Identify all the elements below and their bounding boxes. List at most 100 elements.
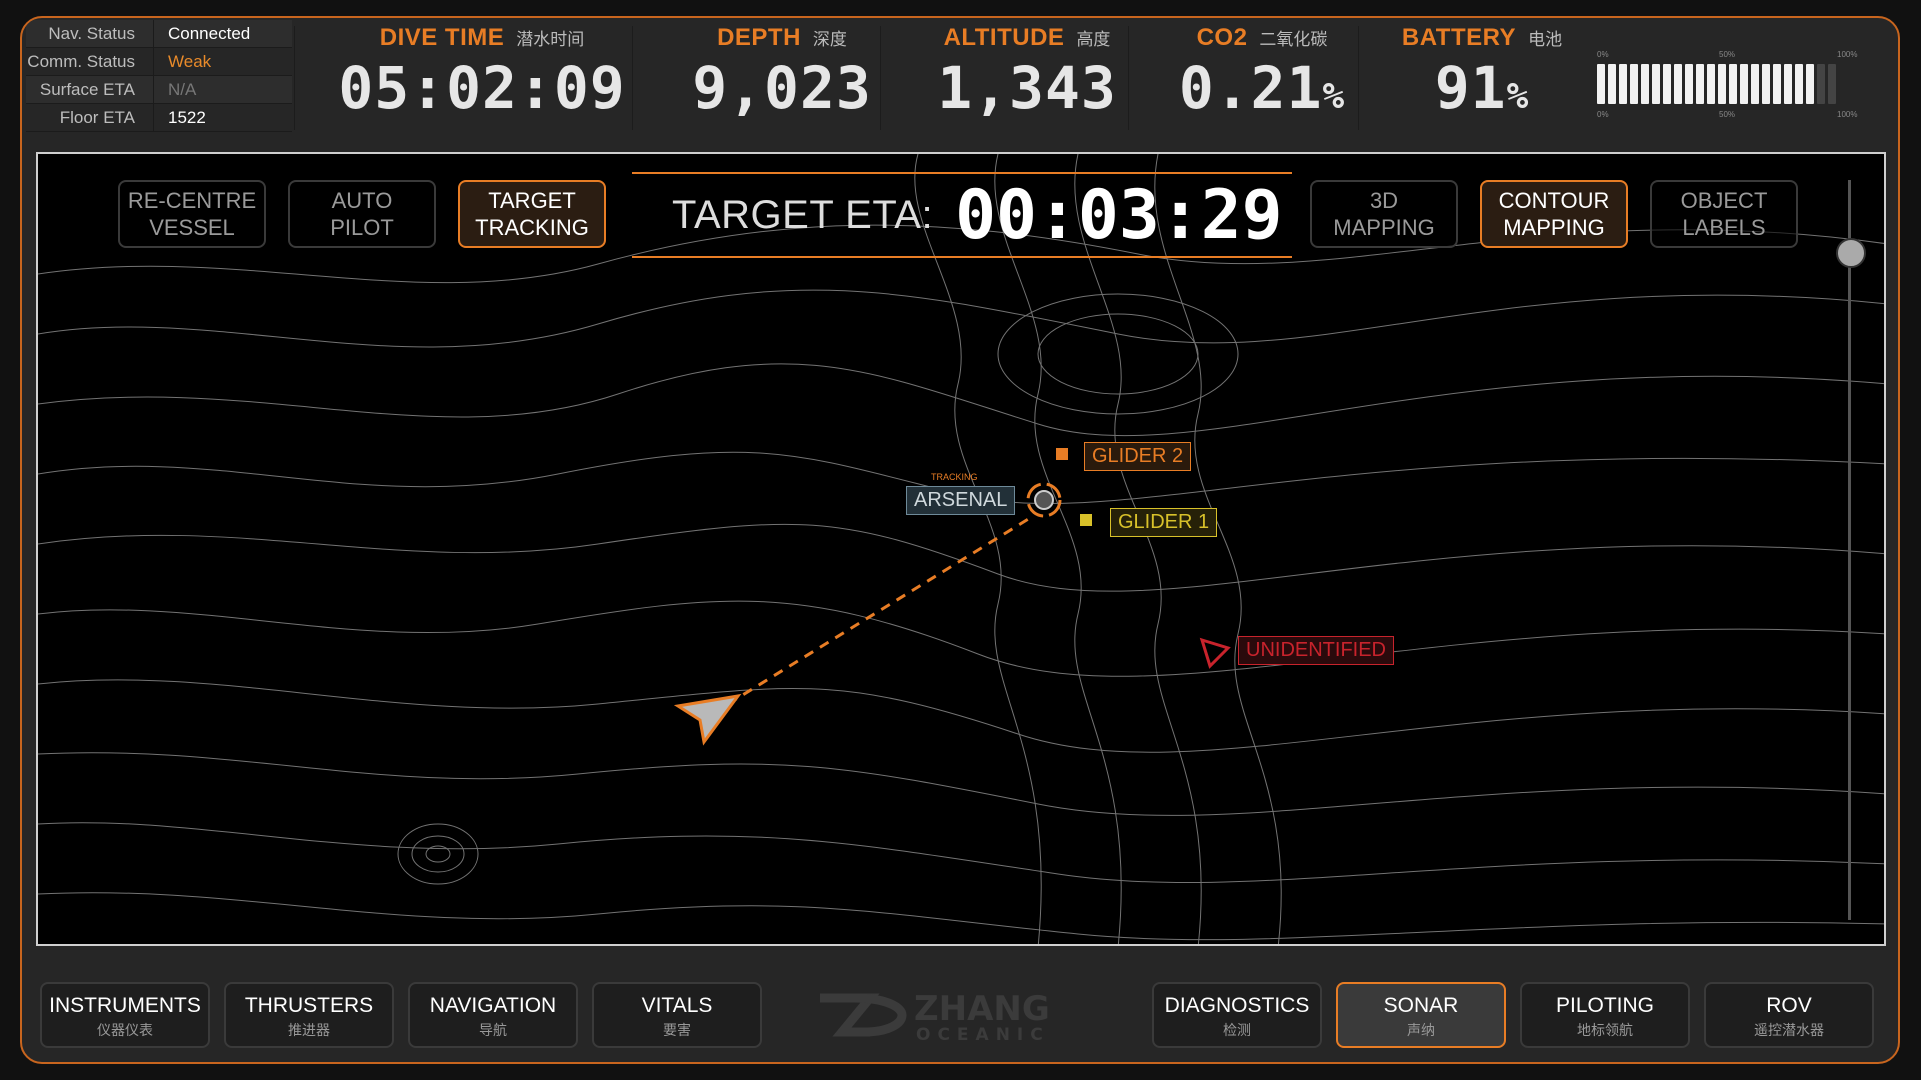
co2-metric: CO2 二氧化碳 0.21% (1152, 24, 1372, 122)
nav-label: PILOTING (1555, 994, 1655, 1017)
nav-sublabel: 导航 (479, 1022, 507, 1038)
battery-bar-segment (1795, 64, 1803, 104)
logo-sub: OCEANIC (916, 1025, 1050, 1045)
battery-scale-mid: 50% (1719, 50, 1736, 59)
co2-value: 0.21 (1178, 54, 1323, 122)
divider (1358, 26, 1359, 130)
status-label: Floor ETA (26, 104, 154, 131)
glider-1-marker[interactable] (1076, 510, 1096, 530)
nav-label: ROV (1766, 994, 1812, 1017)
comm-status-value: Weak (168, 51, 212, 71)
sonar-map[interactable]: RE-CENTRE VESSEL AUTO PILOT TARGET TRACK… (36, 152, 1886, 946)
nav-sublabel: 地标领航 (1577, 1022, 1633, 1038)
nav-sublabel: 声纳 (1407, 1022, 1435, 1038)
battery-bar-segment (1641, 64, 1649, 104)
battery-scale-min: 0% (1597, 50, 1609, 59)
battery-scale-min: 0% (1597, 110, 1609, 119)
battery-label: BATTERY (1401, 24, 1517, 51)
status-row-surface: Surface ETA N/A (26, 76, 292, 104)
nav-vitals[interactable]: VITALS 要害 (592, 982, 762, 1048)
nav-thrusters[interactable]: THRUSTERS 推进器 (224, 982, 394, 1048)
surface-eta-value: N/A (168, 79, 197, 99)
divider (632, 26, 633, 130)
battery-gauge: 0% 50% 100% 0% 50% 100% (1597, 36, 1865, 126)
nav-navigation[interactable]: NAVIGATION 导航 (408, 982, 578, 1048)
nav-sublabel: 推进器 (288, 1022, 330, 1038)
battery-bar-segment (1630, 64, 1638, 104)
nav-sublabel: 遥控潜水器 (1754, 1022, 1824, 1038)
nav-sonar[interactable]: SONAR 声纳 (1336, 982, 1506, 1048)
glider-1-label[interactable]: GLIDER 1 (1110, 508, 1218, 537)
battery-scale-max: 100% (1837, 110, 1858, 119)
nav-instruments[interactable]: INSTRUMENTS 仪器仪表 (40, 982, 210, 1048)
depth-cn: 深度 (812, 30, 847, 49)
battery-bar-segment (1773, 64, 1781, 104)
battery-bar-segment (1597, 64, 1605, 104)
depth-metric: DEPTH 深度 9,023 (662, 24, 902, 122)
nav-rov[interactable]: ROV 遥控潜水器 (1704, 982, 1874, 1048)
nav-piloting[interactable]: PILOTING 地标领航 (1520, 982, 1690, 1048)
unidentified-label[interactable]: UNIDENTIFIED (1238, 636, 1394, 665)
tracking-label: TRACKING (931, 472, 978, 482)
battery-bar-segment (1751, 64, 1759, 104)
co2-cn: 二氧化碳 (1259, 30, 1328, 49)
battery-bar-segment (1784, 64, 1792, 104)
nav-sublabel: 要害 (663, 1022, 691, 1038)
nav-label: INSTRUMENTS (49, 994, 201, 1017)
nav-sublabel: 检测 (1223, 1022, 1251, 1038)
battery-cn: 电池 (1528, 30, 1563, 49)
depth-value: 9,023 (692, 54, 872, 122)
dashboard-frame: Nav. Status Connected Comm. Status Weak Su… (20, 16, 1900, 1064)
battery-bar-segment (1729, 64, 1737, 104)
nav-label: THRUSTERS (244, 994, 374, 1017)
nav-status-value: Connected (168, 23, 251, 43)
depth-label: DEPTH (717, 24, 801, 51)
battery-bar-segment (1762, 64, 1770, 104)
divider (294, 26, 295, 130)
battery-bar-segment (1707, 64, 1715, 104)
divider (1128, 26, 1129, 130)
nav-label: DIAGNOSTICS (1164, 994, 1310, 1017)
battery-bar-segment (1674, 64, 1682, 104)
nav-label: VITALS (641, 994, 713, 1017)
floor-eta-value: 1522 (168, 107, 206, 127)
route-line (727, 516, 1031, 706)
altitude-cn: 高度 (1076, 30, 1111, 49)
battery-bar-segment (1740, 64, 1748, 104)
glider-2-marker[interactable] (1052, 444, 1072, 464)
dive-time-cn: 潜水时间 (516, 30, 585, 49)
status-row-nav: Nav. Status Connected (26, 20, 292, 48)
divider (880, 26, 881, 130)
battery-bar-segment (1663, 64, 1671, 104)
status-label: Comm. Status (26, 48, 154, 75)
battery-bar-segment (1652, 64, 1660, 104)
nav-diagnostics[interactable]: DIAGNOSTICS 检测 (1152, 982, 1322, 1048)
altitude-label: ALTITUDE (943, 24, 1065, 51)
battery-unit: % (1506, 76, 1530, 117)
nav-label: NAVIGATION (429, 994, 557, 1017)
battery-bar-segment (1828, 64, 1836, 104)
status-row-comm: Comm. Status Weak (26, 48, 292, 76)
vessel-icon[interactable] (673, 693, 742, 746)
battery-bar-segment (1806, 64, 1814, 104)
battery-bar-segment (1817, 64, 1825, 104)
battery-metric: BATTERY 电池 91% (1382, 24, 1582, 122)
status-row-floor: Floor ETA 1522 (26, 104, 292, 132)
glider-2-label[interactable]: GLIDER 2 (1084, 442, 1192, 471)
altitude-value: 1,343 (937, 54, 1117, 122)
nav-label: SONAR (1383, 994, 1459, 1017)
dive-time-metric: DIVE TIME 潜水时间 05:02:09 (322, 24, 642, 122)
battery-bar-segment (1608, 64, 1616, 104)
target-reticle-icon[interactable] (1026, 482, 1062, 518)
battery-bar-segment (1718, 64, 1726, 104)
battery-scale-max: 100% (1837, 50, 1858, 59)
dive-time-label: DIVE TIME (379, 24, 505, 51)
battery-bar-segment (1696, 64, 1704, 104)
altitude-metric: ALTITUDE 高度 1,343 (902, 24, 1152, 122)
map-overlay (673, 444, 1231, 746)
battery-scale-mid: 50% (1719, 110, 1736, 119)
zhang-oceanic-logo: ZHANG OCEANIC (812, 984, 1102, 1048)
status-table: Nav. Status Connected Comm. Status Weak Su… (26, 20, 292, 138)
unidentified-marker[interactable] (1199, 637, 1231, 669)
arsenal-label[interactable]: ARSENAL (906, 486, 1016, 515)
